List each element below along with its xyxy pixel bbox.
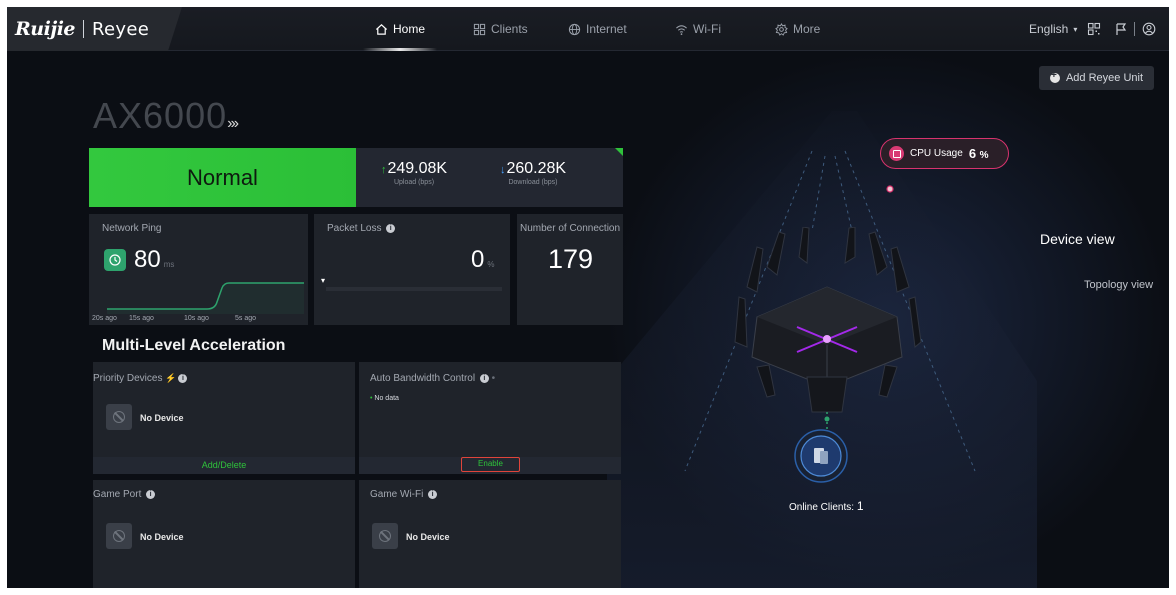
auto-bandwidth-panel: Auto Bandwidth Control i • • No data Ena… xyxy=(359,362,621,474)
network-ping-title: Network Ping xyxy=(102,223,162,234)
upload-stat: ↑249.08K Upload (bps) xyxy=(378,160,450,186)
download-value: 260.28K xyxy=(506,160,567,177)
network-status-card: Normal xyxy=(89,148,356,207)
ping-axis-15s: 15s ago xyxy=(129,315,154,322)
auto-bandwidth-nodata: • No data xyxy=(370,395,399,402)
ping-axis-20s: 20s ago xyxy=(92,315,117,322)
upload-value: 249.08K xyxy=(387,160,448,177)
status-corner-marker xyxy=(615,148,623,156)
download-stat: ↓260.28K Download (bps) xyxy=(493,160,573,186)
caret-down-icon: ▾ xyxy=(321,276,326,285)
info-icon: i xyxy=(386,223,396,233)
priority-devices-title: Priority Devices ⚡ i xyxy=(93,373,188,384)
connections-card: Number of Connection 179 xyxy=(517,214,623,325)
connections-value: 179 xyxy=(548,244,594,274)
brand-ruijie: Ruijie xyxy=(15,18,76,40)
top-navigation-bar: Ruijie Reyee Home Clients Internet Wi-Fi… xyxy=(7,7,1169,51)
online-clients-label: Online Clients: xyxy=(789,502,855,513)
app-window: Ruijie Reyee Home Clients Internet Wi-Fi… xyxy=(7,7,1169,588)
caret-down-icon: ▾ xyxy=(1073,24,1078,34)
connections-title: Number of Connection xyxy=(520,223,621,234)
arrow-down-icon: ↓ xyxy=(499,164,506,176)
auto-bandwidth-title: Auto Bandwidth Control i • xyxy=(370,373,496,384)
no-device-icon xyxy=(372,523,398,549)
brand-logo[interactable]: Ruijie Reyee xyxy=(7,7,182,51)
globe-icon xyxy=(568,23,581,35)
no-device-icon xyxy=(106,404,132,430)
tab-internet[interactable]: Internet xyxy=(568,7,627,51)
priority-devices-empty: No Device xyxy=(140,413,184,423)
qr-code-icon xyxy=(1087,22,1101,36)
info-icon: i xyxy=(146,489,156,499)
grid-icon xyxy=(473,23,486,35)
info-icon: i xyxy=(428,489,438,499)
qr-code-button[interactable] xyxy=(1087,7,1101,51)
topology-view-link[interactable]: Topology view xyxy=(1084,279,1153,291)
online-clients-count: 1 xyxy=(856,499,864,513)
priority-devices-panel: Priority Devices ⚡ i No Device Add/Delete xyxy=(93,362,355,474)
brand-reyee: Reyee xyxy=(92,18,150,40)
ping-history-icon xyxy=(104,249,126,271)
tab-home-label: Home xyxy=(393,22,426,36)
game-port-panel: Game Port i No Device xyxy=(93,480,355,588)
tab-clients-label: Clients xyxy=(491,22,528,36)
speed-icon: ⚡ xyxy=(165,373,177,383)
game-port-empty: No Device xyxy=(140,532,184,542)
brand-divider xyxy=(83,20,85,38)
traffic-stats-card: ↑249.08K Upload (bps) ↓260.28K Download … xyxy=(356,148,623,207)
tab-more[interactable]: More xyxy=(775,7,820,51)
account-button[interactable] xyxy=(1142,7,1156,51)
packet-loss-bar xyxy=(326,287,502,291)
download-label: Download (bps) xyxy=(508,179,558,186)
model-name: AX6000››› xyxy=(93,95,239,136)
chevrons-icon: ››› xyxy=(227,115,239,132)
info-icon: i xyxy=(178,373,188,383)
divider xyxy=(1134,7,1135,51)
tab-clients[interactable]: Clients xyxy=(473,7,528,51)
tab-more-label: More xyxy=(793,22,821,36)
acceleration-title: Multi-Level Acceleration xyxy=(102,337,286,354)
wifi-icon xyxy=(676,24,687,35)
arrow-up-icon: ↑ xyxy=(380,164,387,176)
tab-internet-label: Internet xyxy=(586,22,627,36)
ping-value: 80 ms xyxy=(134,246,175,273)
enable-button[interactable]: Enable xyxy=(461,457,520,472)
device-view-link[interactable]: Device view xyxy=(1040,231,1115,247)
language-select[interactable]: English ▾ xyxy=(1029,7,1077,51)
ping-axis-5s: 5s ago xyxy=(235,315,257,322)
upload-label: Upload (bps) xyxy=(393,179,435,186)
legend-dot-icon: • xyxy=(370,395,373,402)
router-image xyxy=(734,227,922,432)
add-reyee-unit-button[interactable]: Add Reyee Unit xyxy=(1039,66,1154,90)
user-icon xyxy=(1142,22,1156,36)
tab-wifi-label: Wi-Fi xyxy=(693,22,721,36)
language-label: English xyxy=(1029,22,1069,36)
cpu-icon xyxy=(889,146,904,161)
tab-home[interactable]: Home xyxy=(362,7,438,51)
plus-circle-icon xyxy=(1049,70,1060,83)
home-icon xyxy=(375,23,388,35)
add-delete-button[interactable]: Add/Delete xyxy=(93,457,355,474)
notification-button[interactable] xyxy=(1114,7,1128,51)
packet-loss-title: Packet Loss i xyxy=(327,223,396,234)
info-icon: i xyxy=(479,373,489,383)
add-reyee-unit-label: Add Reyee Unit xyxy=(1065,72,1144,84)
network-status-label: Normal xyxy=(187,164,258,190)
ping-axis-10s: 10s ago xyxy=(184,315,209,322)
flag-icon xyxy=(1116,23,1127,35)
game-wifi-title: Game Wi-Fi i xyxy=(370,489,438,500)
ping-sparkline xyxy=(107,282,304,314)
online-clients-icon[interactable] xyxy=(793,428,849,484)
cpu-usage-value: 6 % xyxy=(968,146,989,161)
game-wifi-empty: No Device xyxy=(406,532,450,542)
no-device-icon xyxy=(106,523,132,549)
game-wifi-panel: Game Wi-Fi i No Device xyxy=(359,480,621,588)
cpu-usage-badge[interactable]: CPU Usage 6 % xyxy=(880,138,1009,169)
gear-icon xyxy=(775,22,788,36)
packet-loss-value: 0% xyxy=(471,246,495,273)
cpu-usage-label: CPU Usage xyxy=(910,148,963,159)
online-clients-text: Online Clients: 1 xyxy=(789,499,864,513)
tab-wifi[interactable]: Wi-Fi xyxy=(675,7,721,51)
game-port-title: Game Port i xyxy=(93,489,156,500)
